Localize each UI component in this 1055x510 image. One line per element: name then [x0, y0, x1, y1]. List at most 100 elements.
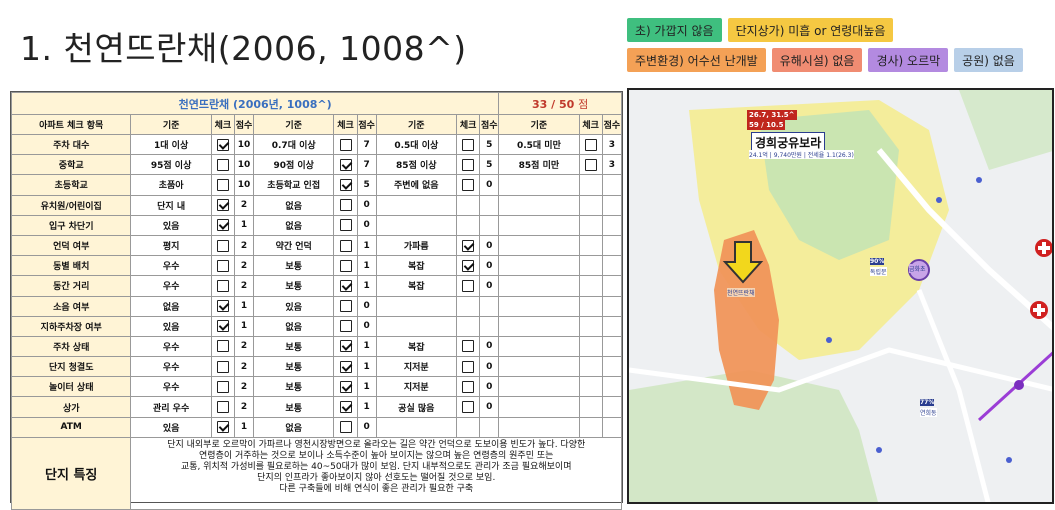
points-cell — [479, 214, 500, 236]
check-cell — [333, 275, 358, 297]
check-cell — [210, 255, 236, 277]
checkbox-unchecked[interactable] — [216, 239, 229, 252]
points-cell: 7 — [356, 154, 377, 176]
column-header: 기준 — [375, 114, 457, 135]
checkbox-unchecked[interactable] — [339, 259, 352, 272]
location-map[interactable]: 26.7, 31.5^ 59 / 10.5 경희궁유보라 24.1억 | 9,7… — [627, 88, 1054, 504]
checkbox-unchecked[interactable] — [462, 401, 475, 414]
checkbox-checked[interactable] — [216, 320, 229, 333]
row-label: 동간 거리 — [10, 275, 132, 297]
price-tag-1: 26.7, 31.5^ — [747, 110, 797, 120]
checkbox-unchecked[interactable] — [216, 360, 229, 373]
complex-label-sub: 24.1억 | 9,740만원 | 전세율 1.1(26.3) — [749, 150, 854, 159]
criterion-cell: 초품아 — [130, 174, 212, 196]
criterion-cell — [375, 295, 457, 317]
checkbox-unchecked[interactable] — [462, 138, 475, 151]
check-cell — [333, 295, 358, 317]
criterion-cell — [498, 295, 580, 317]
column-header: 기준 — [498, 114, 580, 135]
total-score-unit: 점 — [578, 97, 589, 111]
check-cell — [210, 315, 236, 337]
points-cell: 0 — [479, 275, 500, 297]
checkbox-unchecked[interactable] — [339, 320, 352, 333]
checkbox-unchecked[interactable] — [584, 158, 597, 171]
points-cell: 10 — [234, 133, 255, 156]
checkbox-unchecked[interactable] — [339, 239, 352, 252]
points-cell: 0 — [356, 214, 377, 236]
criterion-cell: 0.5대 미만 — [498, 133, 580, 156]
checkbox-checked[interactable] — [339, 279, 352, 292]
station-badge-1-name[interactable]: 독립문 — [870, 267, 887, 276]
checkbox-checked[interactable] — [339, 340, 352, 353]
points-cell: 3 — [601, 154, 623, 176]
check-cell — [210, 234, 236, 257]
checkbox-unchecked[interactable] — [462, 380, 475, 393]
feature-line: 단지 내외부로 오르막이 가파르나 영천시장방면으로 올라오는 길은 약간 언덕… — [167, 439, 586, 450]
price-tag-2: 59 / 10.5 — [747, 120, 786, 130]
checkbox-checked[interactable] — [216, 421, 229, 434]
points-cell — [601, 396, 623, 418]
points-cell: 10 — [234, 154, 255, 176]
checkbox-unchecked[interactable] — [462, 158, 475, 171]
check-cell — [578, 234, 603, 257]
checkbox-unchecked[interactable] — [584, 138, 597, 151]
checkbox-checked[interactable] — [339, 401, 352, 414]
checkbox-checked[interactable] — [216, 199, 229, 212]
checkbox-unchecked[interactable] — [339, 199, 352, 212]
checkbox-checked[interactable] — [216, 219, 229, 232]
points-cell — [479, 315, 500, 337]
check-cell — [455, 133, 481, 156]
criterion-cell — [498, 315, 580, 337]
checkbox-unchecked[interactable] — [216, 380, 229, 393]
column-header: 체크 — [333, 114, 358, 135]
criterion-cell: 복잡 — [375, 335, 457, 358]
checkbox-checked[interactable] — [339, 360, 352, 373]
checkbox-checked[interactable] — [339, 158, 352, 171]
points-cell: 0 — [356, 295, 377, 317]
checkbox-unchecked[interactable] — [462, 178, 475, 191]
checkbox-checked[interactable] — [462, 259, 475, 272]
sheet-title: 천연뜨란채 (2006년, 1008^) — [10, 92, 500, 115]
checkbox-checked[interactable] — [339, 380, 352, 393]
criterion-cell: 없음 — [253, 315, 335, 337]
checkbox-checked[interactable] — [339, 178, 352, 191]
points-cell — [601, 315, 623, 337]
checkbox-checked[interactable] — [462, 239, 475, 252]
checkbox-unchecked[interactable] — [216, 158, 229, 171]
school-badge[interactable]: 금화초 — [909, 264, 926, 273]
points-cell: 2 — [234, 376, 255, 398]
tag-legend: 초) 가깝지 않음 단지상가) 미흡 or 연령대높음 주변환경) 어수선 난개… — [627, 18, 1037, 78]
checkbox-unchecked[interactable] — [462, 340, 475, 353]
check-cell — [333, 133, 358, 156]
check-cell — [210, 376, 236, 398]
row-label: 놀이터 상태 — [10, 376, 132, 398]
table-row: 동간 거리 우수 2 보통 1 복잡 0 — [10, 275, 623, 297]
criterion-cell: 있음 — [130, 315, 212, 337]
checkbox-checked[interactable] — [216, 300, 229, 313]
checkbox-unchecked[interactable] — [339, 421, 352, 434]
criterion-cell: 우수 — [130, 255, 212, 277]
checkbox-unchecked[interactable] — [216, 340, 229, 353]
checkbox-unchecked[interactable] — [339, 219, 352, 232]
checkbox-unchecked[interactable] — [216, 279, 229, 292]
station-badge-2-name[interactable]: 연희동 — [920, 408, 937, 417]
checkbox-unchecked[interactable] — [216, 178, 229, 191]
column-header: 아파트 체크 항목 — [10, 114, 132, 135]
tag-shops: 단지상가) 미흡 or 연령대높음 — [727, 18, 894, 42]
checkbox-unchecked[interactable] — [339, 138, 352, 151]
check-cell — [333, 234, 358, 257]
pin-label-target[interactable]: 천연뜨란채 — [727, 288, 755, 297]
checkbox-unchecked[interactable] — [462, 360, 475, 373]
feature-line: 교통, 위치적 가성비를 필요로하는 40~50대가 많이 보임. 단지 내부적… — [180, 461, 572, 472]
checkbox-unchecked[interactable] — [339, 300, 352, 313]
check-cell — [455, 315, 481, 337]
check-cell — [455, 194, 481, 216]
checkbox-checked[interactable] — [216, 138, 229, 151]
checkbox-unchecked[interactable] — [462, 279, 475, 292]
points-cell: 1 — [234, 416, 255, 438]
checkbox-unchecked[interactable] — [216, 259, 229, 272]
points-cell: 1 — [356, 396, 377, 418]
criterion-cell: 초등학교 인접 — [253, 174, 335, 196]
checkbox-unchecked[interactable] — [216, 401, 229, 414]
points-cell: 1 — [234, 315, 255, 337]
